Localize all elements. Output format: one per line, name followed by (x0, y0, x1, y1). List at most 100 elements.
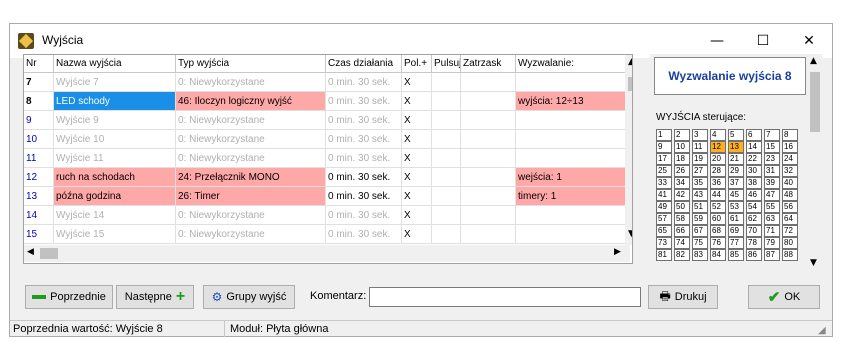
cell-latch[interactable] (461, 168, 516, 187)
cell-pol[interactable]: X (402, 149, 432, 168)
panel-scroll-thumb[interactable] (810, 72, 820, 132)
control-output-cell[interactable]: 3 (692, 129, 708, 141)
cell-pulse[interactable] (432, 73, 461, 92)
control-output-cell[interactable]: 19 (692, 153, 708, 165)
cell-pol[interactable]: X (402, 73, 432, 92)
header-pol[interactable]: Pol.+ (402, 55, 432, 73)
control-output-cell[interactable]: 50 (674, 201, 690, 213)
control-output-cell[interactable]: 10 (674, 141, 690, 153)
cell-trig[interactable] (516, 149, 626, 168)
table-row[interactable]: 13 późna godzina 26: Timer 0 min. 30 sek. Xt… (24, 187, 630, 206)
table-horizontal-scrollbar[interactable]: ◀ ▶ (24, 245, 630, 262)
control-output-cell[interactable]: 23 (764, 153, 780, 165)
control-output-cell[interactable]: 68 (710, 225, 726, 237)
cell-pol[interactable]: X (402, 168, 432, 187)
cell-nr[interactable]: 7 (24, 73, 54, 92)
cell-name[interactable]: Wyjście 7 (54, 73, 176, 92)
control-output-cell[interactable]: 84 (710, 249, 726, 261)
control-output-cell[interactable]: 56 (782, 201, 798, 213)
cell-type[interactable]: 0: Niewykorzystane (176, 149, 326, 168)
control-output-cell[interactable]: 22 (746, 153, 762, 165)
cell-pulse[interactable] (432, 206, 461, 225)
control-output-cell[interactable]: 71 (764, 225, 780, 237)
control-output-cell[interactable]: 74 (674, 237, 690, 249)
cell-trig[interactable]: wejścia: 1 (516, 168, 626, 187)
comment-input[interactable] (369, 287, 641, 307)
cell-time[interactable]: 0 min. 30 sek. (326, 73, 402, 92)
cell-name[interactable]: późna godzina (54, 187, 176, 206)
output-groups-button[interactable]: ⚙ Grupy wyjść (203, 285, 295, 309)
cell-trig[interactable] (516, 225, 626, 244)
cell-pulse[interactable] (432, 225, 461, 244)
control-output-cell[interactable]: 69 (728, 225, 744, 237)
header-pulse[interactable]: Pulsuj (432, 55, 461, 73)
cell-nr[interactable]: 10 (24, 130, 54, 149)
control-output-cell[interactable]: 43 (692, 189, 708, 201)
cell-nr[interactable]: 8 (24, 92, 54, 111)
cell-name[interactable]: Wyjście 11 (54, 149, 176, 168)
panel-scrollbar[interactable]: ▲ ▼ (808, 54, 822, 272)
cell-pulse[interactable] (432, 187, 461, 206)
cell-trig[interactable] (516, 73, 626, 92)
control-output-cell[interactable]: 5 (728, 129, 744, 141)
cell-type[interactable]: 0: Niewykorzystane (176, 111, 326, 130)
control-output-cell[interactable]: 1 (656, 129, 672, 141)
control-output-cell[interactable]: 88 (782, 249, 798, 261)
control-output-cell[interactable]: 52 (710, 201, 726, 213)
control-output-cell[interactable]: 54 (746, 201, 762, 213)
cell-type[interactable]: 0: Niewykorzystane (176, 73, 326, 92)
scroll-up-icon[interactable]: ▲ (628, 57, 632, 67)
control-output-cell[interactable]: 62 (746, 213, 762, 225)
resize-grip-icon[interactable]: ◢ (818, 323, 826, 339)
control-output-cell[interactable]: 81 (656, 249, 672, 261)
control-output-cell[interactable]: 40 (782, 177, 798, 189)
control-output-cell[interactable]: 44 (710, 189, 726, 201)
control-output-cell[interactable]: 27 (692, 165, 708, 177)
control-output-cell[interactable]: 51 (692, 201, 708, 213)
cell-time[interactable]: 0 min. 30 sek. (326, 130, 402, 149)
cell-nr[interactable]: 13 (24, 187, 54, 206)
cell-pol[interactable]: X (402, 206, 432, 225)
cell-latch[interactable] (461, 111, 516, 130)
control-output-cell[interactable]: 30 (746, 165, 762, 177)
cell-latch[interactable] (461, 206, 516, 225)
control-output-cell[interactable]: 28 (710, 165, 726, 177)
scroll-down-icon[interactable]: ▼ (628, 229, 632, 239)
control-output-cell[interactable]: 38 (746, 177, 762, 189)
control-output-cell[interactable]: 70 (746, 225, 762, 237)
table-row[interactable]: 9 Wyjście 9 0: Niewykorzystane 0 min. 30 se… (24, 111, 630, 130)
next-button[interactable]: Następne + (116, 285, 194, 309)
control-output-cell[interactable]: 80 (782, 237, 798, 249)
table-row[interactable]: 7 Wyjście 7 0: Niewykorzystane 0 min. 30 se… (24, 73, 630, 92)
control-output-cell[interactable]: 63 (764, 213, 780, 225)
cell-trig[interactable] (516, 206, 626, 225)
control-output-cell[interactable]: 25 (656, 165, 672, 177)
control-output-cell[interactable]: 16 (782, 141, 798, 153)
cell-nr[interactable]: 9 (24, 111, 54, 130)
control-output-cell[interactable]: 60 (710, 213, 726, 225)
control-output-cell[interactable]: 13 (728, 141, 744, 153)
control-output-cell[interactable]: 9 (656, 141, 672, 153)
cell-pol[interactable]: X (402, 187, 432, 206)
control-output-cell[interactable]: 39 (764, 177, 780, 189)
cell-time[interactable]: 0 min. 30 sek. (326, 111, 402, 130)
close-button[interactable]: ✕ (786, 24, 832, 58)
control-output-cell[interactable]: 21 (728, 153, 744, 165)
control-output-cell[interactable]: 61 (728, 213, 744, 225)
control-output-cell[interactable]: 26 (674, 165, 690, 177)
cell-name[interactable]: Wyjście 15 (54, 225, 176, 244)
cell-pulse[interactable] (432, 111, 461, 130)
cell-time[interactable]: 0 min. 30 sek. (326, 187, 402, 206)
control-output-cell[interactable]: 76 (710, 237, 726, 249)
control-output-cell[interactable]: 7 (764, 129, 780, 141)
control-output-cell[interactable]: 55 (764, 201, 780, 213)
control-output-cell[interactable]: 75 (692, 237, 708, 249)
cell-name[interactable]: ruch na schodach (54, 168, 176, 187)
control-output-cell[interactable]: 77 (728, 237, 744, 249)
control-output-cell[interactable]: 8 (782, 129, 798, 141)
table-vertical-scrollbar[interactable]: ▲ ▼ (625, 55, 632, 245)
cell-time[interactable]: 0 min. 30 sek. (326, 225, 402, 244)
control-output-cell[interactable]: 29 (728, 165, 744, 177)
control-output-cell[interactable]: 4 (710, 129, 726, 141)
cell-latch[interactable] (461, 92, 516, 111)
